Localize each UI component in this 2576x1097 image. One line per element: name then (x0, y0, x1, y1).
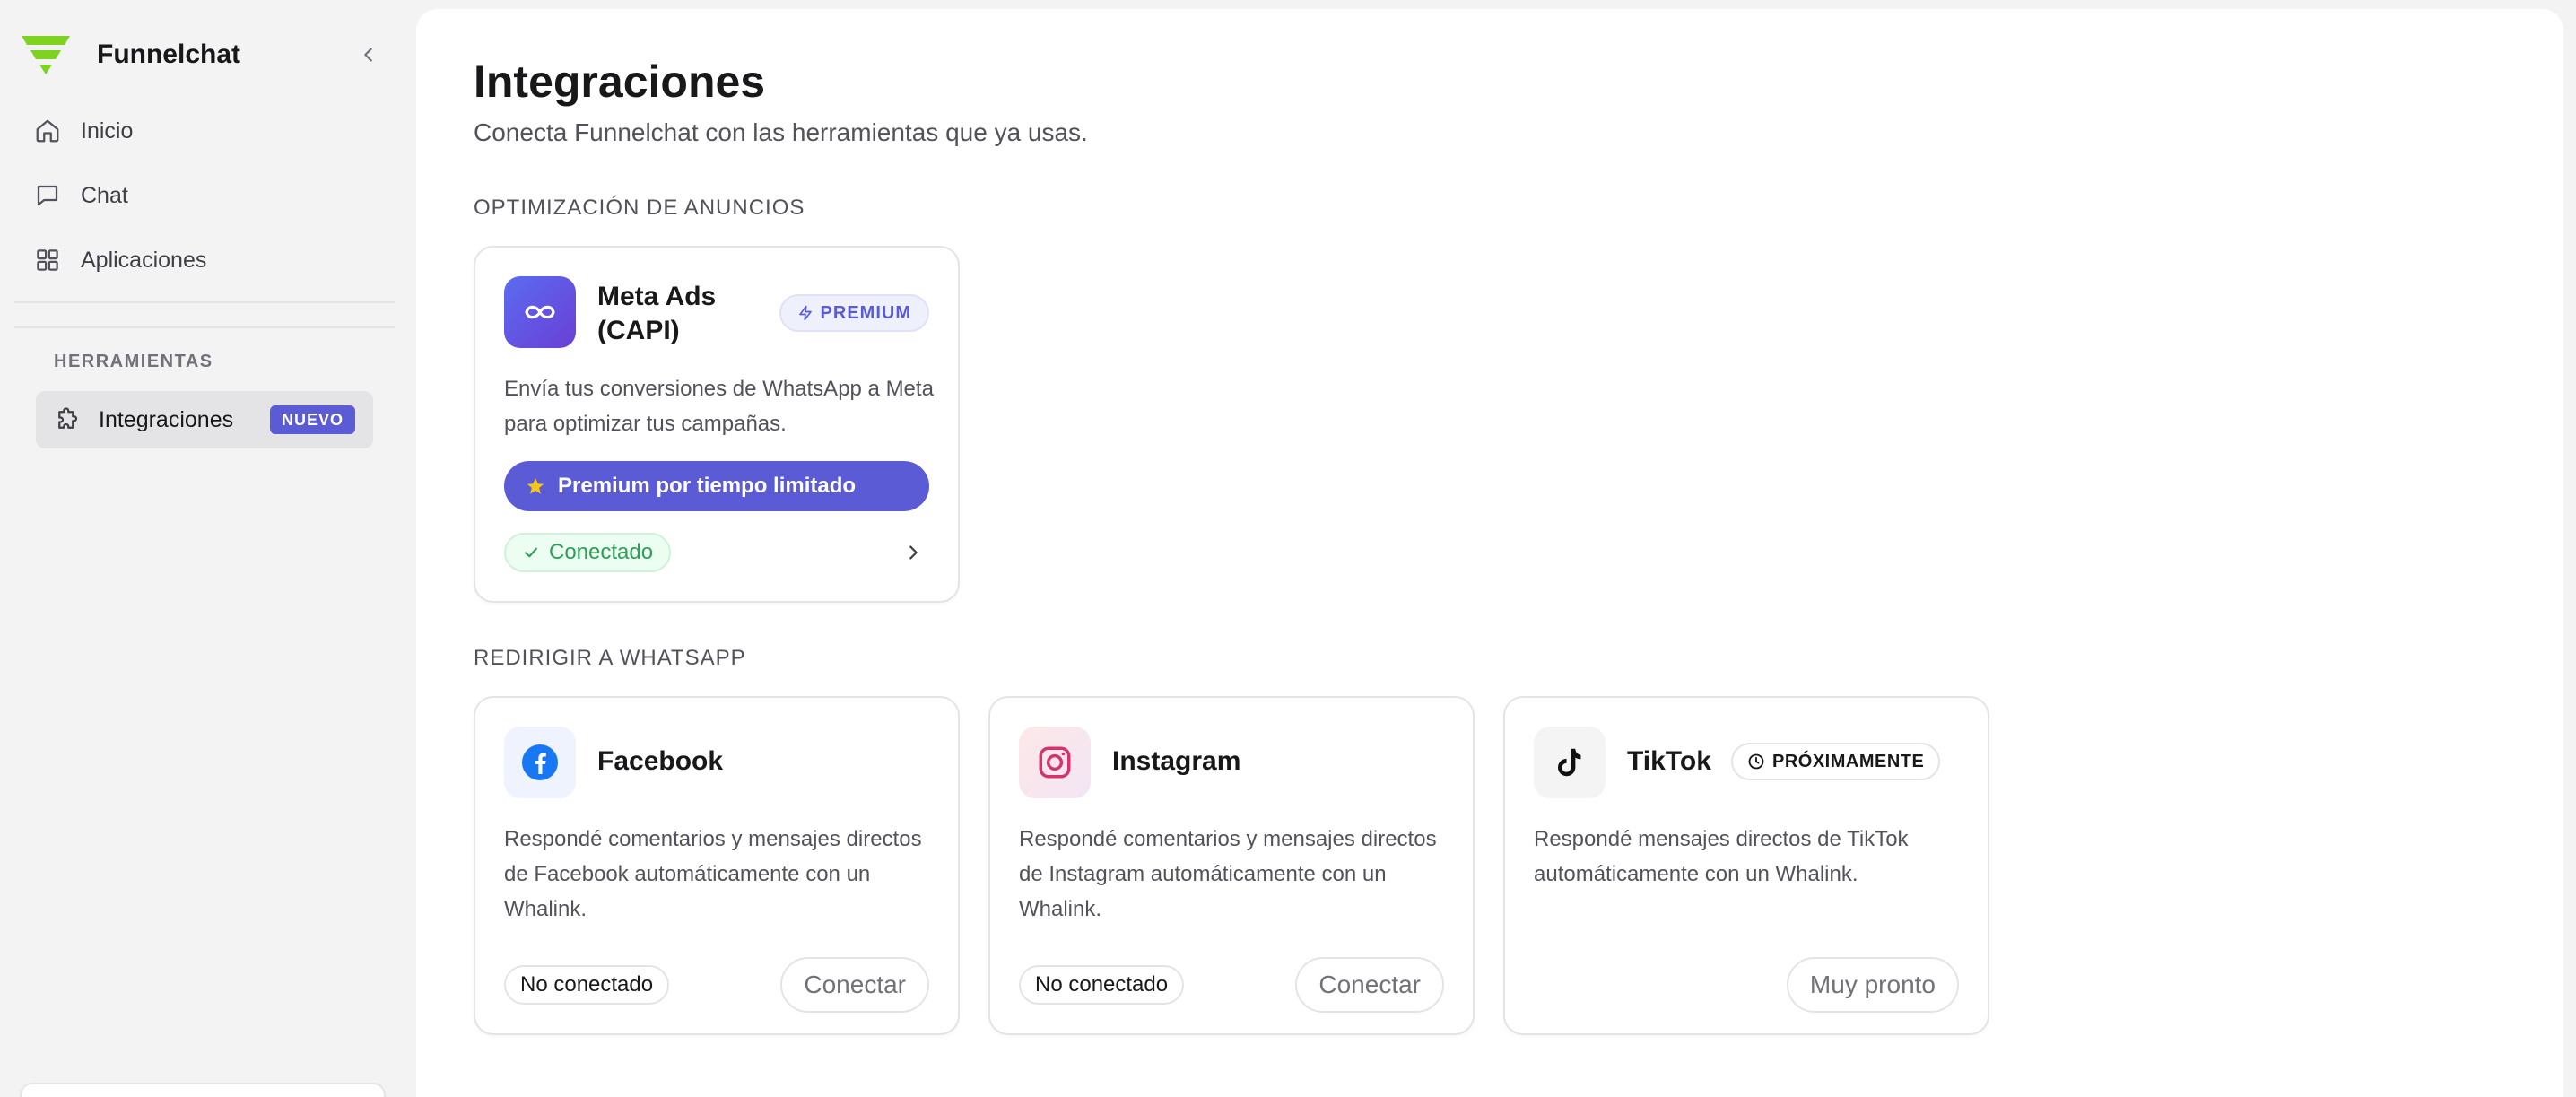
connect-instagram-button[interactable]: Conectar (1295, 957, 1444, 1013)
app-root: Funnelchat Inicio Chat Aplicaciones HERR… (0, 0, 2576, 1097)
integration-card-facebook[interactable]: Facebook Respondé comentarios y mensajes… (474, 696, 960, 1035)
funnelchat-logo-icon (22, 36, 70, 74)
sidebar-footer-card[interactable] (20, 1083, 386, 1097)
integration-card-meta-ads[interactable]: Meta Ads (CAPI) PREMIUM Envía tus conver… (474, 246, 960, 603)
not-connected-status-badge: No conectado (1019, 965, 1185, 1005)
not-connected-status-badge: No conectado (504, 965, 670, 1005)
section-title-ads: OPTIMIZACIÓN DE ANUNCIOS (474, 196, 805, 220)
premium-badge-label: PREMIUM (820, 302, 911, 323)
coming-soon-label: PRÓXIMAMENTE (1772, 751, 1925, 771)
card-title: Instagram (1112, 746, 1241, 776)
card-description: Respondé comentarios y mensajes directos… (504, 827, 922, 921)
chevron-left-icon (364, 48, 372, 62)
sidebar-section-label: HERRAMIENTAS (54, 352, 213, 371)
sidebar-divider (14, 301, 395, 303)
brand[interactable]: Funnelchat (20, 32, 240, 77)
integration-card-tiktok[interactable]: TikTok PRÓXIMAMENTE Respondé mensajes di… (1503, 696, 1989, 1035)
app-name: Funnelchat (97, 39, 241, 69)
coming-soon-button[interactable]: Muy pronto (1786, 957, 1959, 1013)
new-badge: NUEVO (269, 405, 355, 434)
card-title: Meta Ads (CAPI) (597, 280, 716, 348)
check-icon (525, 547, 537, 558)
home-icon (32, 116, 63, 146)
sidebar: Funnelchat Inicio Chat Aplicaciones HERR… (0, 0, 414, 1097)
clock-icon (1748, 753, 1764, 770)
sidebar-nav: Inicio Chat Aplicaciones (14, 99, 396, 292)
card-title: TikTok (1627, 746, 1711, 776)
coming-soon-badge: PRÓXIMAMENTE (1731, 743, 1941, 780)
instagram-icon (1019, 727, 1091, 798)
sidebar-item-integraciones[interactable]: Integraciones NUEVO (36, 391, 373, 448)
open-integration-button[interactable] (901, 540, 926, 565)
card-title-line: (CAPI) (597, 316, 680, 345)
card-description: Respondé comentarios y mensajes directos… (1019, 827, 1437, 921)
sidebar-item-label: Inicio (81, 118, 134, 144)
card-description: Envía tus conversiones de WhatsApp a Met… (504, 377, 934, 436)
collapse-sidebar-button[interactable] (352, 38, 386, 72)
chevron-right-icon (909, 545, 918, 560)
page-subtitle: Conecta Funnelchat con las herramientas … (474, 118, 1088, 146)
connected-status-badge: Conectado (504, 533, 672, 572)
apps-grid-icon (32, 245, 63, 275)
puzzle-icon (54, 406, 81, 433)
card-title: Facebook (597, 746, 724, 776)
sidebar-item-chat[interactable]: Chat (14, 163, 396, 228)
main-panel: Integraciones Conecta Funnelchat con las… (416, 9, 2563, 1097)
integration-card-instagram[interactable]: Instagram Respondé comentarios y mensaje… (988, 696, 1475, 1035)
premium-badge: PREMIUM (779, 294, 929, 332)
star-icon (527, 477, 544, 494)
chat-icon (32, 180, 63, 211)
card-description: Respondé mensajes directos de TikTok aut… (1534, 827, 1909, 886)
sidebar-item-inicio[interactable]: Inicio (14, 99, 396, 163)
premium-limited-button[interactable]: Premium por tiempo limitado (504, 461, 929, 511)
page-title: Integraciones (474, 57, 766, 107)
connected-status-label: Conectado (549, 540, 654, 564)
premium-limited-label: Premium por tiempo limitado (558, 474, 857, 498)
sidebar-item-label: Integraciones (99, 406, 234, 432)
tiktok-icon (1534, 727, 1606, 798)
section-title-whatsapp: REDIRIGIR A WHATSAPP (474, 646, 746, 670)
sidebar-item-label: Aplicaciones (81, 247, 207, 273)
facebook-icon (504, 727, 576, 798)
connect-facebook-button[interactable]: Conectar (780, 957, 929, 1013)
sidebar-item-aplicaciones[interactable]: Aplicaciones (14, 228, 396, 292)
lightning-icon (798, 305, 812, 321)
card-title-line: Meta Ads (597, 282, 717, 311)
sidebar-divider (14, 326, 395, 328)
sidebar-item-label: Chat (81, 182, 128, 208)
meta-infinity-icon (504, 276, 576, 348)
